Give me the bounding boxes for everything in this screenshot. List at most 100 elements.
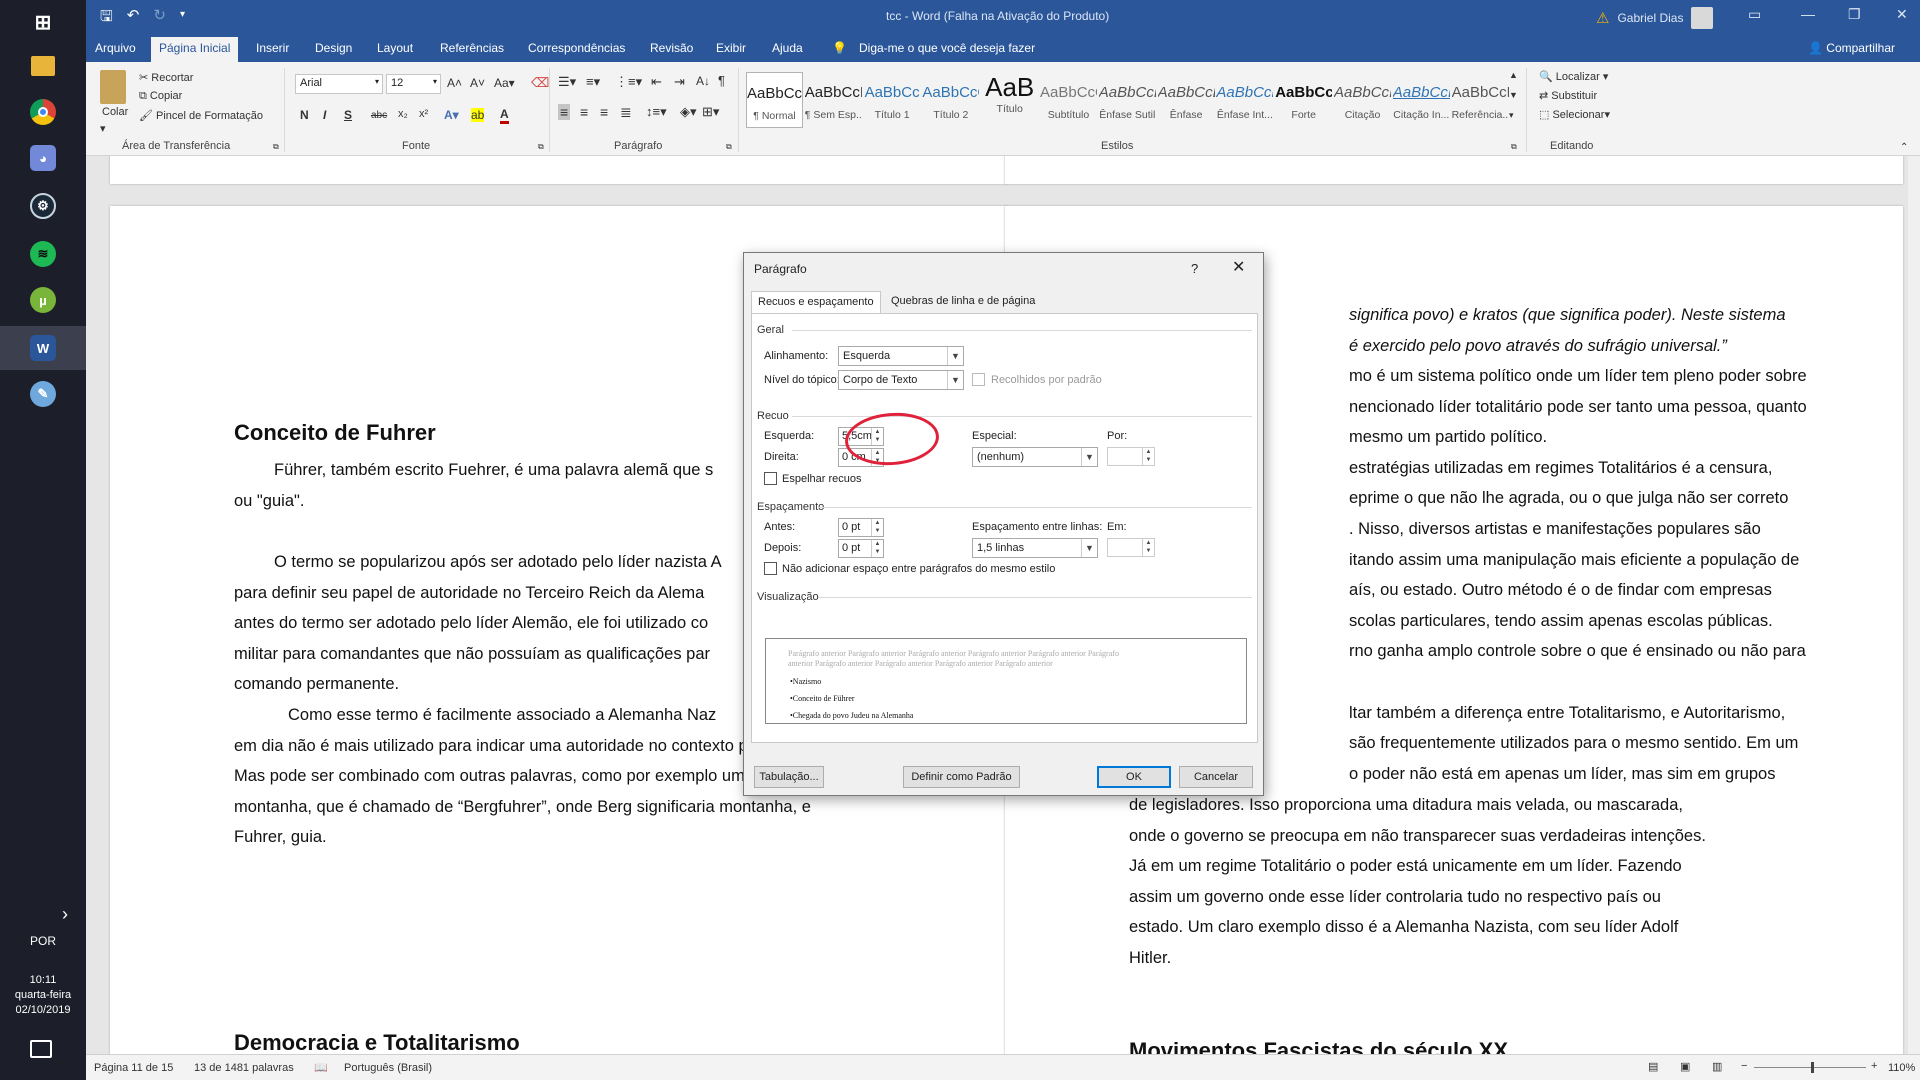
zoom-in-icon[interactable]: + bbox=[1871, 1060, 1877, 1072]
strikethrough-icon[interactable]: abc bbox=[371, 110, 387, 121]
close-icon[interactable]: ✕ bbox=[1232, 257, 1245, 277]
save-icon[interactable]: 🖫 bbox=[100, 6, 113, 31]
styles-more-icon[interactable]: ▾ bbox=[1509, 110, 1514, 121]
before-input[interactable]: 0 pt ▲ ▼ bbox=[838, 518, 884, 537]
justify-icon[interactable]: ≣ bbox=[620, 104, 632, 121]
ok-button[interactable]: OK bbox=[1097, 766, 1171, 788]
read-mode-icon[interactable]: ▤ bbox=[1648, 1060, 1658, 1073]
paste-button[interactable]: Colar bbox=[102, 106, 128, 118]
italic-icon[interactable]: I bbox=[323, 108, 326, 122]
superscript-icon[interactable]: x² bbox=[419, 108, 428, 120]
style-item[interactable]: AaBbCcCTítulo 2 bbox=[922, 72, 979, 128]
sort-icon[interactable]: A↓ bbox=[696, 74, 710, 88]
paste-dropdown-icon[interactable]: ▾ bbox=[100, 122, 106, 135]
tab-ajuda[interactable]: Ajuda bbox=[772, 41, 803, 55]
word-icon[interactable]: W bbox=[0, 326, 86, 370]
zoom-slider-thumb[interactable] bbox=[1811, 1062, 1815, 1073]
undo-icon[interactable]: ↶ bbox=[127, 6, 140, 31]
tab-design[interactable]: Design bbox=[315, 41, 352, 55]
discord-icon[interactable]: ◕ bbox=[0, 136, 86, 180]
tab-indents-spacing[interactable]: Recuos e espaçamento bbox=[751, 291, 881, 313]
close-icon[interactable]: ✕ bbox=[1896, 6, 1908, 23]
align-right-icon[interactable]: ≡ bbox=[600, 104, 608, 120]
style-item[interactable]: AaBbCcDÊnfase bbox=[1158, 72, 1215, 128]
font-name-combo[interactable]: Arial ▾ bbox=[295, 74, 383, 94]
utorrent-icon[interactable]: µ bbox=[0, 278, 86, 322]
language-status[interactable]: Português (Brasil) bbox=[344, 1062, 432, 1074]
format-painter-button[interactable]: 🖌 Pincel de Formatação bbox=[139, 109, 263, 122]
cancel-button[interactable]: Cancelar bbox=[1179, 766, 1253, 788]
tab-revisao[interactable]: Revisão bbox=[650, 41, 693, 55]
tab-correspondencias[interactable]: Correspondências bbox=[528, 41, 625, 55]
replace-button[interactable]: ⇄ Substituir bbox=[1539, 89, 1597, 102]
paint-icon[interactable]: ✎ bbox=[0, 372, 86, 416]
clear-formatting-icon[interactable]: ⌫ bbox=[531, 75, 549, 91]
notification-icon[interactable] bbox=[30, 1040, 52, 1058]
tab-exibir[interactable]: Exibir bbox=[716, 41, 746, 55]
highlight-icon[interactable]: ab bbox=[471, 108, 485, 122]
subscript-icon[interactable]: x₂ bbox=[398, 108, 408, 120]
restore-icon[interactable]: ❐ bbox=[1848, 6, 1861, 23]
tab-inserir[interactable]: Inserir bbox=[256, 41, 289, 55]
tab-layout[interactable]: Layout bbox=[377, 41, 413, 55]
styles-launcher-icon[interactable]: ⧉ bbox=[1511, 142, 1517, 152]
style-item[interactable]: AaB Título bbox=[981, 72, 1038, 128]
alignment-select[interactable]: Esquerda ▼ bbox=[838, 346, 964, 366]
font-size-combo[interactable]: 12 ▾ bbox=[386, 74, 441, 94]
share-button[interactable]: 👤 Compartilhar bbox=[1808, 41, 1895, 55]
chrome-icon[interactable] bbox=[0, 90, 86, 134]
user-account[interactable]: ⚠ Gabriel Dias bbox=[1596, 7, 1714, 29]
print-layout-icon[interactable]: ▣ bbox=[1680, 1060, 1690, 1073]
by-input[interactable]: ▲ ▼ bbox=[1107, 447, 1155, 466]
tab-line-page-breaks[interactable]: Quebras de linha e de página bbox=[885, 291, 1041, 313]
align-left-icon[interactable]: ≡ bbox=[558, 104, 571, 120]
line-spacing-select[interactable]: 1,5 linhas ▼ bbox=[972, 538, 1098, 558]
web-layout-icon[interactable]: ▥ bbox=[1712, 1060, 1722, 1073]
shading-icon[interactable]: ◈▾ bbox=[680, 104, 697, 120]
special-select[interactable]: (nenhum) ▼ bbox=[972, 447, 1098, 467]
font-launcher-icon[interactable]: ⧉ bbox=[538, 142, 544, 152]
set-default-button[interactable]: Definir como Padrão bbox=[903, 766, 1020, 788]
style-item[interactable]: AaBbCcI ¶ Normal bbox=[746, 72, 803, 128]
paragraph-launcher-icon[interactable]: ⧉ bbox=[726, 142, 732, 152]
bullets-icon[interactable]: ☰▾ bbox=[558, 74, 576, 90]
show-marks-icon[interactable]: ¶ bbox=[718, 73, 725, 88]
after-input[interactable]: 0 pt ▲ ▼ bbox=[838, 539, 884, 558]
style-item[interactable]: AaBbCcCSubtítulo bbox=[1040, 72, 1097, 128]
collapse-ribbon-icon[interactable]: ⌃ bbox=[1900, 142, 1908, 153]
line-spacing-icon[interactable]: ↕≡▾ bbox=[646, 104, 667, 120]
borders-icon[interactable]: ⊞▾ bbox=[702, 104, 719, 120]
tab-referencias[interactable]: Referências bbox=[440, 41, 504, 55]
numbering-icon[interactable]: ≡▾ bbox=[586, 74, 600, 90]
styles-scroll-down-icon[interactable]: ▼ bbox=[1509, 90, 1518, 100]
language-indicator[interactable]: POR bbox=[0, 934, 86, 948]
spinner-icon[interactable]: ▲ ▼ bbox=[1142, 539, 1154, 556]
spinner-icon[interactable]: ▲ ▼ bbox=[871, 519, 883, 536]
find-button[interactable]: 🔍 Localizar ▾ bbox=[1539, 70, 1608, 83]
vertical-scrollbar[interactable] bbox=[1908, 156, 1920, 1054]
multilevel-list-icon[interactable]: ⋮≡▾ bbox=[615, 74, 642, 90]
tab-arquivo[interactable]: Arquivo bbox=[95, 41, 136, 55]
paste-icon[interactable] bbox=[100, 70, 126, 104]
text-effects-icon[interactable]: A▾ bbox=[444, 108, 459, 122]
no-space-checkbox[interactable] bbox=[764, 562, 777, 575]
style-item[interactable]: AaBbCcI Citação In... bbox=[1393, 72, 1450, 128]
spinner-icon[interactable]: ▲ ▼ bbox=[871, 540, 883, 557]
style-item[interactable]: AaBbCcDÊnfase Sutil bbox=[1099, 72, 1156, 128]
underline-icon[interactable]: S bbox=[344, 108, 352, 122]
style-item[interactable]: AaBbCcDReferência... bbox=[1452, 72, 1509, 128]
style-item[interactable]: AaBbCcI ¶ Sem Esp... bbox=[805, 72, 862, 128]
mirror-indents-checkbox[interactable] bbox=[764, 472, 777, 485]
redo-icon[interactable]: ↻ bbox=[153, 6, 166, 31]
collapsed-checkbox[interactable] bbox=[972, 373, 985, 386]
proofing-icon[interactable]: 📖 bbox=[314, 1061, 328, 1074]
page-count[interactable]: Página 11 de 15 bbox=[94, 1062, 173, 1074]
clock[interactable]: 10:11 quarta-feira 02/10/2019 bbox=[0, 973, 86, 1018]
tabs-button[interactable]: Tabulação... bbox=[754, 766, 824, 788]
tell-me-search[interactable]: Diga-me o que você deseja fazer bbox=[859, 41, 1035, 55]
steam-icon[interactable]: ⚙ bbox=[0, 184, 86, 228]
help-button[interactable]: ? bbox=[1191, 261, 1198, 276]
decrease-indent-icon[interactable]: ⇤ bbox=[651, 74, 662, 90]
windows-start-icon[interactable]: ⊞ bbox=[0, 0, 86, 44]
spotify-icon[interactable]: ≋ bbox=[0, 232, 86, 276]
